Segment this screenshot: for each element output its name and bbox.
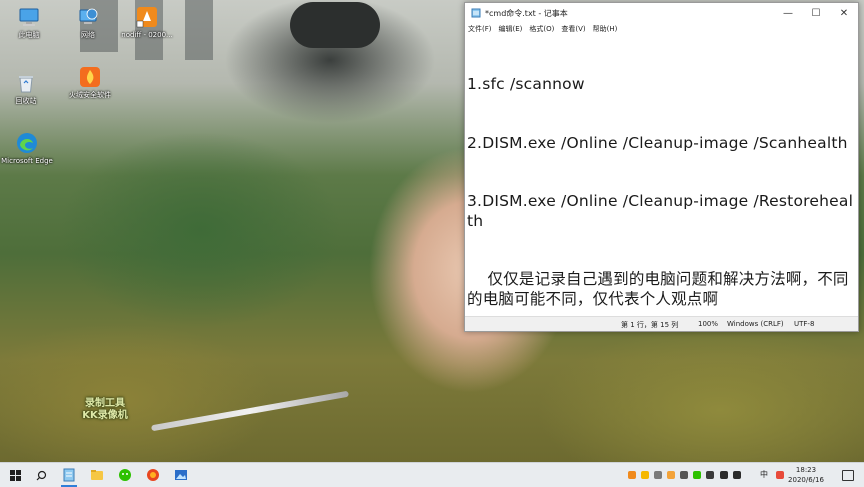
search-button[interactable] [28,463,54,487]
taskbar-app-photo[interactable] [168,463,194,487]
clock-date: 2020/6/16 [788,476,824,484]
cursor-position: 第 1 行，第 15 列 [621,321,679,329]
desktop-icon-label: 火绒安全软件 [69,91,111,99]
encoding: UTF-8 [794,320,815,328]
tray-app-icon[interactable] [654,471,662,479]
status-bar: 第 1 行，第 15 列 100% Windows (CRLF) UTF-8 [465,316,858,331]
desktop-icon-label: 回收站 [15,97,37,105]
watermark-line: KK录像机 [82,410,128,421]
desktop-icon-this-pc[interactable]: 此电脑 [0,6,61,39]
text-editor-area[interactable]: 1.sfc /scannow 2.DISM.exe /Online /Clean… [465,36,858,317]
app-shortcut-icon [136,6,158,28]
wallpaper-bicycle [150,390,350,432]
folder-icon [91,470,103,480]
wallpaper-sign [290,2,380,48]
taskbar-app-file-explorer[interactable] [84,463,110,487]
text-line: 2.DISM.exe /Online /Cleanup-image /Scanh… [467,133,848,152]
notepad-app-icon [63,468,75,482]
taskbar-app-notepad[interactable] [56,463,82,487]
menu-file[interactable]: 文件(F) [468,24,492,34]
close-button[interactable]: ✕ [830,3,858,23]
minimize-button[interactable]: — [774,3,802,23]
tray-app-icon[interactable] [667,471,675,479]
text-line: 1.sfc /scannow [467,75,585,93]
clock-time: 18:23 [795,466,817,474]
volume-icon[interactable] [733,471,741,479]
desktop-icon-recycle-bin[interactable]: 回收站 [0,72,58,105]
desktop-icon-edge[interactable]: Microsoft Edge [0,132,59,165]
recorder-watermark: 录制工具 KK录像机 [70,398,140,422]
notepad-window[interactable]: *cmd命令.txt - 记事本 — ☐ ✕ 文件(F) 编辑(E) 格式(O)… [464,2,859,332]
maximize-button[interactable]: ☐ [802,3,830,23]
photo-app-icon [175,470,187,480]
taskbar: 中 18:23 2020/6/16 [0,462,864,487]
notepad-app-icon [471,8,481,18]
tray-app-icon[interactable] [641,471,649,479]
desktop-icon-huorong[interactable]: 火绒安全软件 [58,66,122,99]
wallpaper-window [185,0,213,60]
taskbar-app-browser[interactable] [140,463,166,487]
line-ending: Windows (CRLF) [727,320,784,328]
menu-help[interactable]: 帮助(H) [593,24,618,34]
windows-logo-icon [9,469,21,481]
search-icon [36,470,46,480]
sogou-ime-icon[interactable] [776,471,784,479]
huorong-security-icon [79,66,101,88]
desktop-icon-label: nodiff - 0200... [121,31,173,39]
tray-app-icon[interactable] [693,471,701,479]
menu-bar: 文件(F) 编辑(E) 格式(O) 查看(V) 帮助(H) [465,23,858,35]
zoom-level: 100% [698,320,719,328]
network-globe-icon [77,6,99,28]
menu-edit[interactable]: 编辑(E) [499,24,523,34]
edge-icon [16,132,38,154]
computer-icon [18,6,40,28]
recycle-bin-icon [15,72,37,94]
desktop-icon-label: Microsoft Edge [1,157,53,165]
window-title: *cmd命令.txt - 记事本 [485,8,568,18]
menu-view[interactable]: 查看(V) [561,24,585,34]
tray-app-icon[interactable] [706,471,714,479]
desktop-icon-app-shortcut[interactable]: nodiff - 0200... [115,6,179,39]
desktop-icon-label: 此电脑 [18,31,40,39]
input-language-indicator[interactable]: 中 [760,469,768,480]
text-line: 仅仅是记录自己遇到的电脑问题和解决方法啊，不同的电脑可能不同，仅代表个人观点啊 [467,270,849,308]
notepad-titlebar[interactable]: *cmd命令.txt - 记事本 — ☐ ✕ [465,3,858,23]
notification-center-button[interactable] [842,470,854,481]
network-icon[interactable] [720,471,728,479]
browser-icon [147,469,159,481]
wechat-icon [119,469,131,481]
watermark-line: 录制工具 [85,398,125,409]
text-line: 3.DISM.exe /Online /Cleanup-image /Resto… [467,192,854,230]
taskbar-app-wechat[interactable] [112,463,138,487]
tray-app-icon[interactable] [680,471,688,479]
menu-format[interactable]: 格式(O) [529,24,554,34]
clock[interactable]: 18:23 2020/6/16 [786,465,826,485]
desktop-icon-label: 网络 [81,31,95,39]
tray-app-icon[interactable] [628,471,636,479]
start-button[interactable] [2,463,28,487]
desktop-icon-network[interactable]: 网络 [56,6,120,39]
